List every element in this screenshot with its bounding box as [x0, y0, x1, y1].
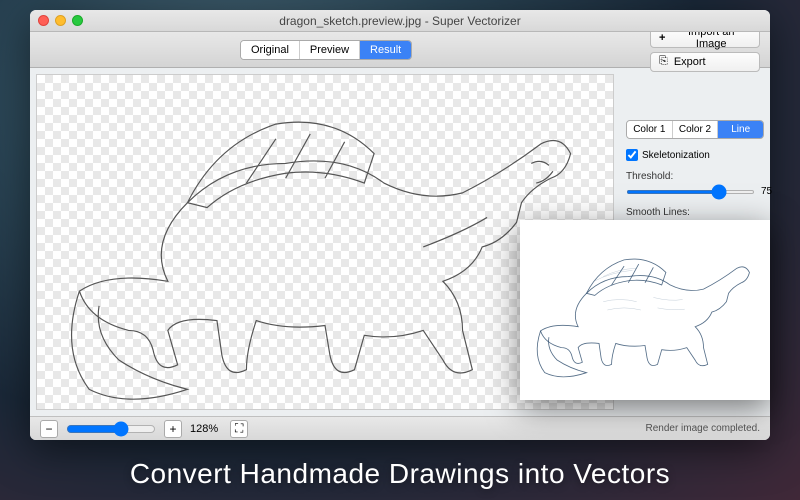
- skeletonization-checkbox[interactable]: Skeletonization: [626, 149, 764, 161]
- window-controls: [38, 15, 83, 26]
- threshold-label: Threshold:: [626, 171, 764, 182]
- toolbar: Original Preview Result Import an Image …: [30, 32, 770, 68]
- maximize-icon[interactable]: [72, 15, 83, 26]
- threshold-value: 75: [761, 186, 772, 197]
- marketing-tagline: Convert Handmade Drawings into Vectors: [0, 458, 800, 490]
- tab-result[interactable]: Result: [360, 41, 411, 59]
- original-preview-popover: [520, 220, 770, 400]
- tab-preview[interactable]: Preview: [300, 41, 360, 59]
- zoom-slider[interactable]: [66, 421, 156, 437]
- threshold-slider[interactable]: [626, 190, 755, 194]
- export-icon: [659, 55, 668, 68]
- mode-segmented-control: Color 1 Color 2 Line: [626, 120, 764, 139]
- zoom-readout: 128%: [190, 423, 218, 435]
- view-segmented-control: Original Preview Result: [240, 40, 412, 60]
- close-icon[interactable]: [38, 15, 49, 26]
- plus-icon: [659, 32, 665, 44]
- status-message: Render image completed.: [645, 423, 760, 434]
- tab-line[interactable]: Line: [718, 121, 763, 138]
- tab-color2[interactable]: Color 2: [673, 121, 719, 138]
- fit-to-screen-button[interactable]: ⛶: [230, 420, 248, 438]
- statusbar: − + 128% ⛶ Render image completed.: [30, 416, 770, 440]
- window-title: dragon_sketch.preview.jpg - Super Vector…: [30, 14, 770, 28]
- smooth-label: Smooth Lines:: [626, 207, 764, 218]
- skeletonization-input[interactable]: [626, 149, 638, 161]
- zoom-out-button[interactable]: −: [40, 420, 58, 438]
- tab-original[interactable]: Original: [241, 41, 300, 59]
- original-sketch: [528, 228, 762, 392]
- tab-color1[interactable]: Color 1: [627, 121, 673, 138]
- zoom-in-button[interactable]: +: [164, 420, 182, 438]
- minimize-icon[interactable]: [55, 15, 66, 26]
- titlebar: dragon_sketch.preview.jpg - Super Vector…: [30, 10, 770, 32]
